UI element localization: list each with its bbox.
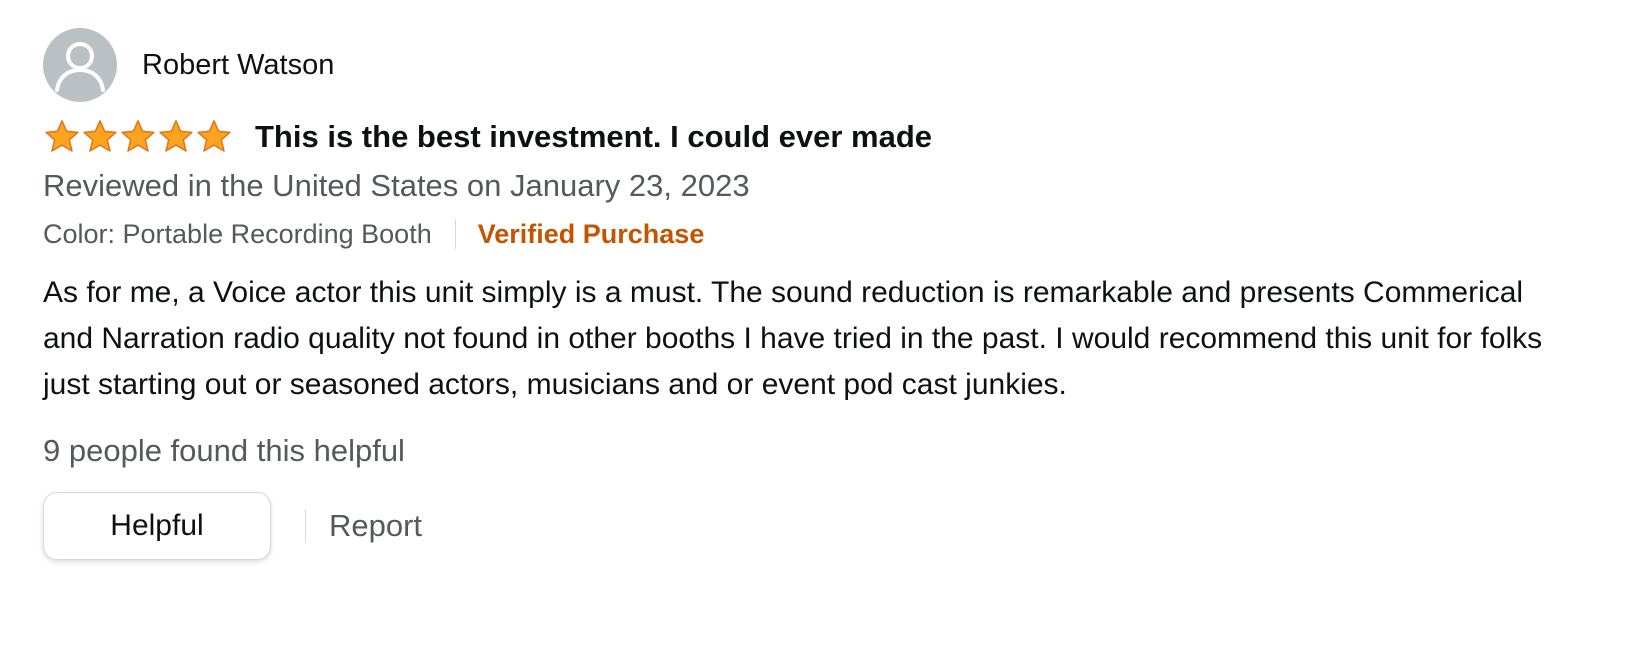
star-icon <box>45 120 79 152</box>
action-divider <box>305 509 306 543</box>
avatar[interactable] <box>43 28 117 102</box>
review-meta: Color: Portable Recording Booth Verified… <box>43 212 1583 256</box>
reviewer-name[interactable]: Robert Watson <box>142 49 334 82</box>
review-body: As for me, a Voice actor this unit simpl… <box>43 276 1543 401</box>
review-date: Reviewed in the United States on January… <box>43 168 750 203</box>
star-icon <box>121 120 155 152</box>
meta-divider <box>454 219 456 249</box>
helpful-count: 9 people found this helpful <box>43 433 405 468</box>
user-silhouette-icon <box>55 42 105 92</box>
product-variant[interactable]: Color: Portable Recording Booth <box>43 219 432 250</box>
review-title[interactable]: This is the best investment. I could eve… <box>255 119 932 155</box>
star-rating[interactable] <box>43 118 233 156</box>
helpful-button[interactable]: Helpful <box>43 492 271 560</box>
star-icon <box>83 120 117 152</box>
customer-review: Robert Watson This is the best investmen… <box>43 28 1583 560</box>
review-actions: Helpful Report <box>43 492 1583 560</box>
review-title-row: This is the best investment. I could eve… <box>43 114 1583 160</box>
report-link[interactable]: Report <box>329 508 422 544</box>
star-icon <box>159 120 193 152</box>
verified-purchase-badge: Verified Purchase <box>477 218 705 249</box>
star-icon <box>197 120 231 152</box>
reviewer-profile[interactable]: Robert Watson <box>43 28 1583 102</box>
